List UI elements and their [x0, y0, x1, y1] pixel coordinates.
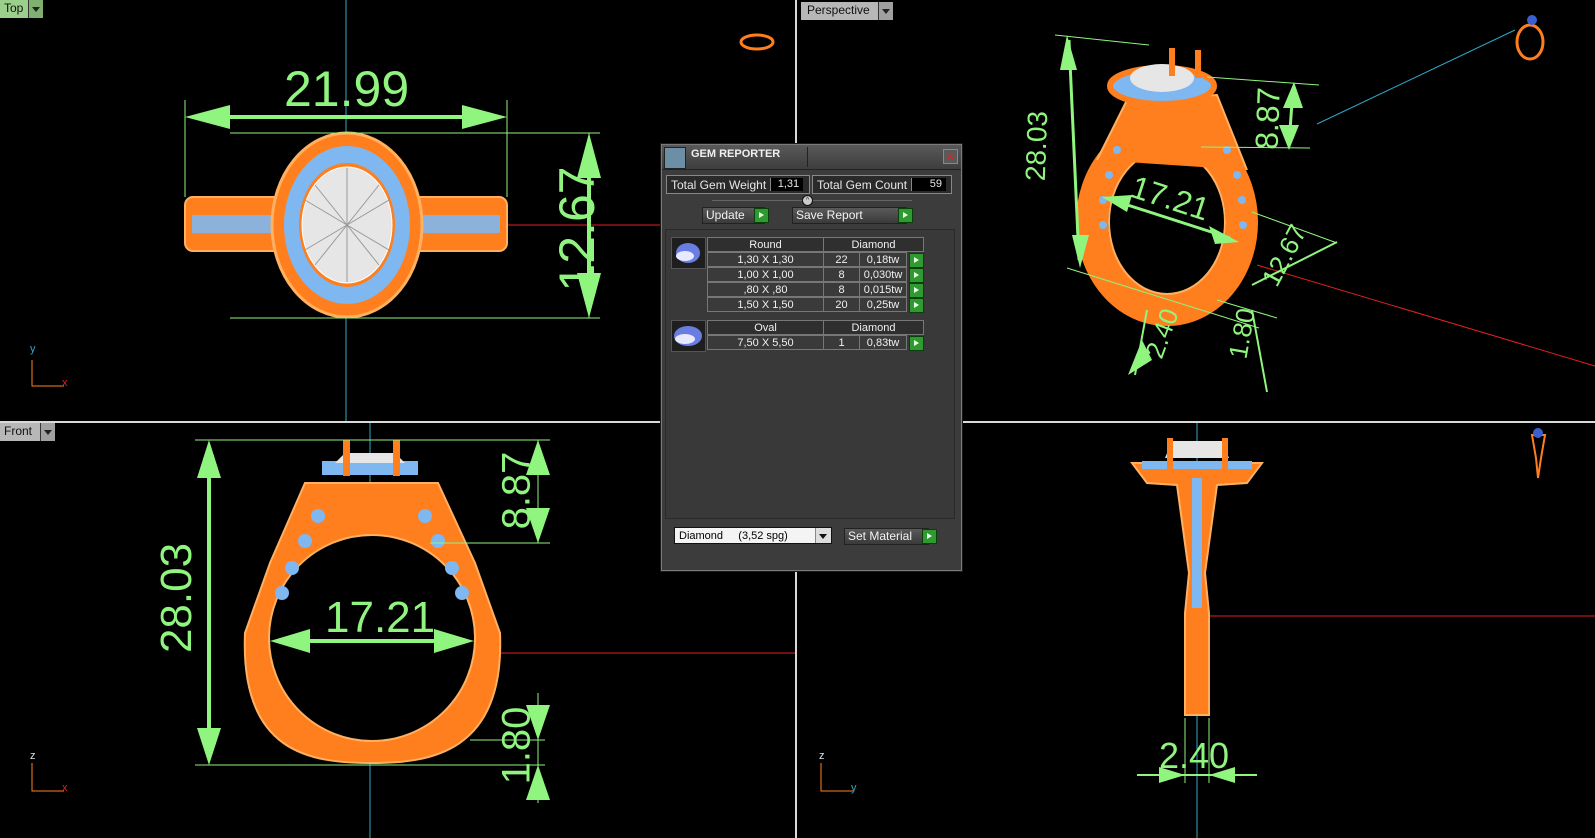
select-gems-play-icon[interactable]	[909, 298, 924, 313]
persp-height-dim	[1067, 39, 1081, 261]
gem-weight: 0,83tw	[859, 335, 907, 350]
gem-size: ,80 X ,80	[707, 282, 824, 297]
gem-weight: 0,030tw	[859, 267, 907, 282]
x-axis-line	[1256, 264, 1595, 367]
top-axis-x-label: x	[62, 377, 68, 389]
collapse-icon[interactable]: ^	[802, 195, 813, 206]
view-cube-icon	[1515, 23, 1545, 61]
front-inner-dim-label: 17.21	[325, 593, 436, 642]
update-play-icon[interactable]	[754, 208, 769, 223]
save-report-button-label: Save Report	[796, 208, 863, 222]
gem-reporter-app-icon	[664, 147, 686, 169]
prong	[1195, 50, 1201, 78]
gem-list: Round Diamond 1,30 X 1,30 22 0,18tw 1,00…	[665, 229, 955, 519]
persp-height-dim-label: 28.03	[1019, 110, 1054, 182]
total-gem-count-label: Total Gem Count	[817, 177, 908, 192]
right-axis-y-label: y	[851, 782, 857, 794]
gem-reporter-title: GEM REPORTER	[691, 148, 781, 160]
front-shank-dim-label: 1.80	[494, 706, 539, 785]
axis-gizmo	[31, 360, 64, 387]
halo-gems	[322, 461, 418, 475]
top-width-dim-label: 21.99	[284, 61, 410, 117]
total-gem-weight: Total Gem Weight 1,31	[666, 175, 810, 194]
select-gems-play-icon[interactable]	[909, 253, 924, 268]
save-report-play-icon[interactable]	[898, 208, 913, 223]
select-gems-play-icon[interactable]	[909, 336, 924, 351]
gem-weight: 0,015tw	[859, 282, 907, 297]
gem-size: 1,30 X 1,30	[707, 252, 824, 267]
close-icon[interactable]: x	[943, 149, 958, 164]
axis-gizmo	[820, 763, 853, 792]
right-axis-z-label: z	[819, 750, 825, 762]
y-axis-line	[1316, 29, 1516, 125]
shank-gem-column	[1192, 478, 1202, 608]
total-gem-weight-label: Total Gem Weight	[671, 177, 767, 192]
top-height-dim-label: 12.67	[549, 166, 605, 292]
front-axis-x-label: x	[62, 782, 68, 794]
gem-count: 22	[823, 252, 860, 267]
update-button-label: Update	[706, 208, 745, 222]
group-material-header: Diamond	[823, 320, 924, 335]
chevron-down-icon[interactable]	[815, 528, 831, 543]
set-material-button[interactable]: Set Material	[844, 528, 929, 545]
front-head-dim-label: 8.87	[494, 451, 539, 530]
group-shape-header: Round	[707, 237, 824, 252]
gem-weight: 0,18tw	[859, 252, 907, 267]
gem-count: 1	[823, 335, 860, 350]
chevron-down-icon[interactable]	[40, 423, 56, 441]
viewport-label-front[interactable]: Front	[0, 423, 56, 441]
front-height-dim-label: 28.03	[152, 542, 202, 654]
titlebar-separator	[807, 147, 808, 167]
total-gem-count-value: 59	[911, 178, 947, 191]
right-band-dim-label: 2.40	[1159, 735, 1230, 776]
prong	[393, 440, 400, 476]
gem-size: 7,50 X 5,50	[707, 335, 824, 350]
viewport-label-top[interactable]: Top	[0, 0, 44, 18]
gem-count: 8	[823, 282, 860, 297]
chevron-down-icon[interactable]	[28, 0, 44, 18]
viewport-label-text: Top	[0, 0, 29, 18]
view-cube-icon	[739, 33, 775, 51]
gem-reporter-titlebar[interactable]: GEM REPORTER x	[662, 145, 961, 170]
material-select[interactable]: Diamond (3,52 spg)	[674, 527, 832, 544]
center-diamond	[1130, 64, 1194, 92]
persp-head-dim-label: 8.87	[1248, 86, 1287, 151]
axis-gizmo	[31, 763, 64, 792]
group-material-header: Diamond	[823, 237, 924, 252]
total-gem-weight-value: 1,31	[770, 178, 804, 191]
halo-gems	[1142, 461, 1252, 469]
select-gems-play-icon[interactable]	[909, 268, 924, 283]
gem-size: 1,50 X 1,50	[707, 297, 824, 312]
gem-weight: 0,25tw	[859, 297, 907, 312]
material-select-value: Diamond (3,52 spg)	[679, 530, 788, 542]
dim-arrow-right	[462, 105, 507, 129]
center-diamond	[1165, 441, 1229, 458]
viewport-label-text: Perspective	[801, 2, 878, 20]
round-gem-icon	[671, 237, 706, 269]
set-material-button-label: Set Material	[848, 529, 913, 543]
set-material-play-icon[interactable]	[922, 529, 937, 544]
top-axis-y-label: y	[30, 343, 36, 355]
oval-gem-icon	[671, 320, 706, 352]
save-report-button[interactable]: Save Report	[792, 207, 907, 224]
viewport-label-perspective[interactable]: Perspective	[801, 2, 893, 20]
gem-reporter-panel: GEM REPORTER x Total Gem Weight 1,31 Tot…	[661, 144, 962, 571]
gem-count: 8	[823, 267, 860, 282]
dim-arrow-left	[185, 105, 230, 129]
group-shape-header: Oval	[707, 320, 824, 335]
prong	[1169, 48, 1175, 76]
total-gem-count: Total Gem Count 59	[812, 175, 952, 194]
view-cube-icon	[1530, 434, 1547, 479]
front-axis-z-label: z	[30, 750, 36, 762]
chevron-down-icon[interactable]	[877, 2, 893, 20]
select-gems-play-icon[interactable]	[909, 283, 924, 298]
prong	[343, 440, 350, 476]
gem-size: 1,00 X 1,00	[707, 267, 824, 282]
viewport-label-text: Front	[0, 423, 41, 441]
gem-count: 20	[823, 297, 860, 312]
